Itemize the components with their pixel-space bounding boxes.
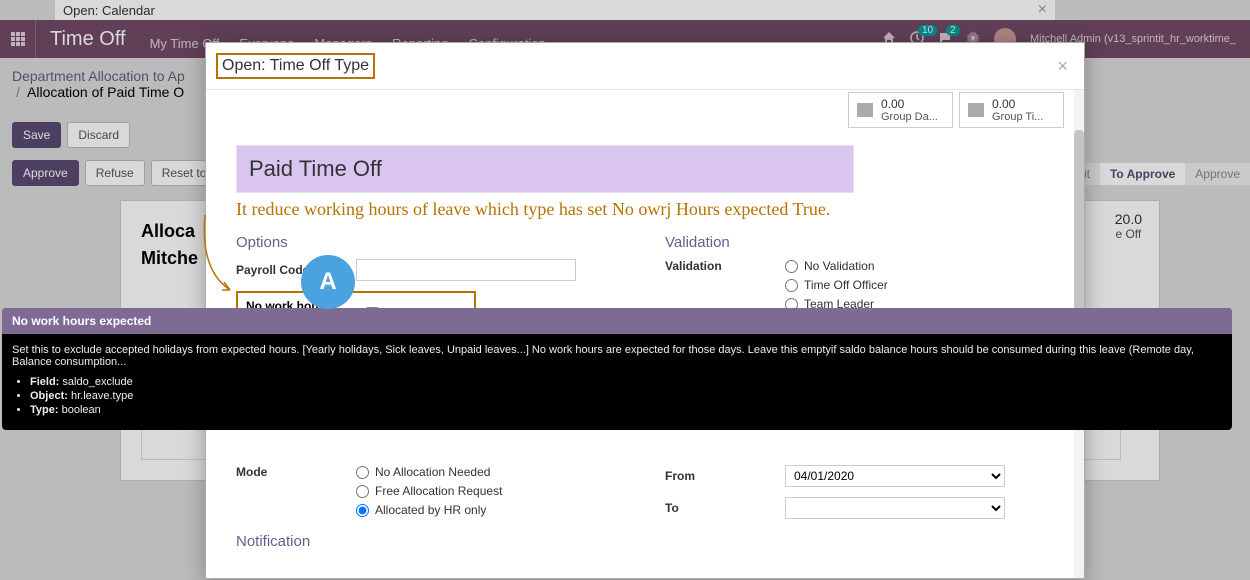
validation-opt-0-label: No Validation: [804, 259, 875, 273]
payroll-code-input[interactable]: [356, 259, 576, 281]
validation-label: Validation: [665, 259, 785, 273]
breadcrumb-sep: /: [16, 84, 20, 100]
group-days-value: 0.00: [881, 97, 938, 111]
from-select[interactable]: 04/01/2020: [785, 465, 1005, 487]
group-time-value: 0.00: [992, 97, 1043, 111]
from-label: From: [665, 469, 785, 483]
tt-type-key: Type:: [30, 404, 59, 416]
tt-field-val: saldo_exclude: [62, 376, 132, 388]
status-bar: bmit To Approve Approve: [1057, 163, 1250, 185]
breadcrumb-parent[interactable]: Department Allocation to Ap: [12, 68, 185, 84]
annotation-circle-a: A: [301, 255, 355, 309]
tooltip-description: Set this to exclude accepted holidays fr…: [12, 344, 1222, 368]
tt-object-key: Object:: [30, 390, 68, 402]
remaining-value: 20.0: [1115, 211, 1142, 227]
field-tooltip: No work hours expected Set this to exclu…: [2, 308, 1232, 430]
mode-radio-free-request[interactable]: Free Allocation Request: [356, 484, 502, 498]
modal-title: Open: Time Off Type: [222, 57, 369, 74]
archive-icon: [857, 103, 873, 117]
validation-heading: Validation: [665, 234, 1054, 251]
validation-opt-1-label: Time Off Officer: [804, 278, 888, 292]
validation-radio-officer[interactable]: Time Off Officer: [785, 278, 888, 292]
apps-icon[interactable]: [0, 20, 36, 58]
mode-radio-hr-only[interactable]: Allocated by HR only: [356, 503, 502, 517]
remaining-days[interactable]: 20.0 e Off: [1115, 211, 1142, 241]
mode-opt-0-label: No Allocation Needed: [375, 465, 490, 479]
status-approve[interactable]: Approve: [1185, 163, 1250, 185]
tt-object-val: hr.leave.type: [71, 390, 133, 402]
breadcrumb-current: Allocation of Paid Time O: [27, 84, 184, 100]
discard-button[interactable]: Discard: [67, 122, 130, 148]
discuss-badge: 2: [946, 25, 960, 36]
refuse-button[interactable]: Refuse: [85, 160, 145, 186]
calendar-open-label: Open: Calendar: [63, 3, 155, 18]
type-name-input[interactable]: [236, 145, 854, 193]
to-label: To: [665, 501, 785, 515]
mode-opt-2-label: Allocated by HR only: [375, 503, 486, 517]
group-time-button[interactable]: 0.00 Group Ti...: [959, 92, 1064, 128]
calendar-open-strip: Open: Calendar ×: [55, 0, 1055, 20]
validation-radio-no-validation[interactable]: No Validation: [785, 259, 888, 273]
to-select[interactable]: [785, 497, 1005, 519]
approve-button[interactable]: Approve: [12, 160, 79, 186]
mode-radio-no-allocation[interactable]: No Allocation Needed: [356, 465, 502, 479]
app-title[interactable]: Time Off: [36, 28, 140, 51]
save-button[interactable]: Save: [12, 122, 61, 148]
notification-heading: Notification: [236, 533, 625, 550]
mode-opt-1-label: Free Allocation Request: [375, 484, 502, 498]
close-icon[interactable]: ×: [1038, 1, 1047, 19]
options-heading: Options: [236, 234, 625, 251]
tt-field-key: Field:: [30, 376, 59, 388]
annotation-text: It reduce working hours of leave which t…: [236, 199, 1054, 220]
close-icon[interactable]: ×: [1057, 56, 1068, 77]
group-time-label: Group Ti...: [992, 111, 1043, 123]
archive-icon: [968, 103, 984, 117]
tooltip-header: No work hours expected: [2, 308, 1232, 334]
remaining-label: e Off: [1115, 227, 1141, 241]
mode-label: Mode: [236, 465, 356, 479]
tt-type-val: boolean: [62, 404, 101, 416]
status-to-approve[interactable]: To Approve: [1100, 163, 1185, 185]
activities-badge: 10: [918, 25, 937, 36]
modal-header: Open: Time Off Type ×: [206, 43, 1084, 90]
group-days-label: Group Da...: [881, 111, 938, 123]
group-days-button[interactable]: 0.00 Group Da...: [848, 92, 953, 128]
